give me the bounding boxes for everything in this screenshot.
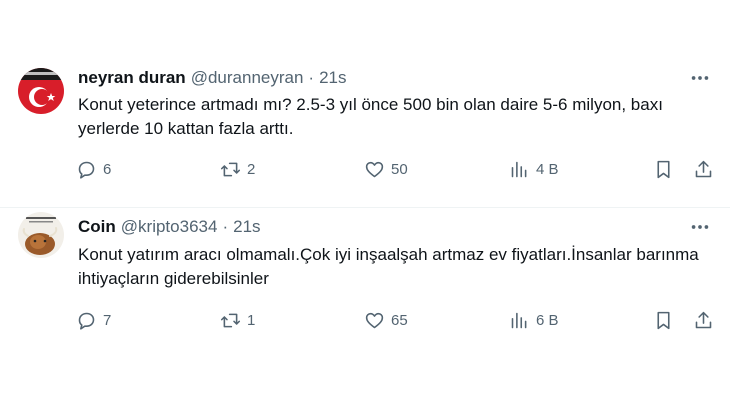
three-dots-icon	[691, 76, 709, 80]
avatar[interactable]	[18, 212, 64, 258]
views-count: 6 B	[536, 312, 559, 329]
user-handle[interactable]: @duranneyran	[191, 68, 304, 88]
retweet-button[interactable]: 1	[220, 310, 255, 331]
reply-button[interactable]: 7	[76, 310, 111, 331]
action-bar: 7 1 65 6 B	[76, 310, 716, 334]
action-bar: 6 2 50 4 B	[76, 159, 716, 183]
tweet-text: Konut yatırım aracı olmamalı.Çok iyi inş…	[78, 245, 699, 288]
display-name[interactable]: Coin	[78, 217, 116, 237]
bar-chart-icon	[511, 161, 527, 178]
retweet-count: 2	[247, 161, 256, 178]
views-count: 4 B	[536, 161, 559, 178]
bookmark-button[interactable]	[653, 310, 674, 331]
tweet-header: Coin @kripto3634 · 21s	[78, 217, 261, 237]
timestamp[interactable]: 21s	[319, 68, 346, 88]
retweet-arrows-icon	[220, 313, 241, 328]
separator-dot: ·	[222, 217, 229, 236]
views-button[interactable]: 4 B	[509, 159, 559, 180]
retweet-count: 1	[247, 312, 256, 329]
like-button[interactable]: 50	[364, 159, 408, 180]
bull-avatar-image	[18, 212, 64, 258]
timestamp[interactable]: 21s	[233, 217, 260, 237]
like-button[interactable]: 65	[364, 310, 408, 331]
tweet[interactable]: neyran duran @duranneyran · 21s Konut ye…	[0, 0, 730, 208]
tweet[interactable]: Coin @kripto3634 · 21s Konut yatırım ara…	[0, 208, 730, 420]
reply-count: 7	[103, 312, 112, 329]
retweet-arrows-icon	[220, 162, 241, 177]
share-upload-icon	[695, 160, 712, 178]
share-button[interactable]	[693, 310, 714, 331]
share-button[interactable]	[693, 159, 714, 180]
heart-icon	[365, 312, 384, 329]
tweet-text: Konut yeterince artmadı mı? 2.5-3 yıl ön…	[78, 95, 663, 138]
bookmark-icon	[657, 311, 670, 330]
avatar[interactable]	[18, 68, 64, 114]
reply-count: 6	[103, 161, 112, 178]
bookmark-button[interactable]	[653, 159, 674, 180]
tweet-feed: neyran duran @duranneyran · 21s Konut ye…	[0, 0, 730, 420]
three-dots-icon	[691, 225, 709, 229]
like-count: 65	[391, 312, 408, 329]
more-options-button[interactable]	[688, 68, 712, 88]
more-options-button[interactable]	[688, 217, 712, 237]
speech-bubble-icon	[78, 312, 95, 330]
turkish-flag-avatar-image	[18, 68, 64, 114]
reply-button[interactable]: 6	[76, 159, 111, 180]
speech-bubble-icon	[78, 161, 95, 179]
bookmark-icon	[657, 160, 670, 179]
views-button[interactable]: 6 B	[509, 310, 559, 331]
user-handle[interactable]: @kripto3634	[121, 217, 218, 237]
bar-chart-icon	[511, 312, 527, 329]
share-upload-icon	[695, 311, 712, 329]
display-name[interactable]: neyran duran	[78, 68, 186, 88]
tweet-header: neyran duran @duranneyran · 21s	[78, 68, 347, 88]
like-count: 50	[391, 161, 408, 178]
heart-icon	[365, 161, 384, 178]
retweet-button[interactable]: 2	[220, 159, 255, 180]
separator-dot: ·	[308, 68, 315, 87]
